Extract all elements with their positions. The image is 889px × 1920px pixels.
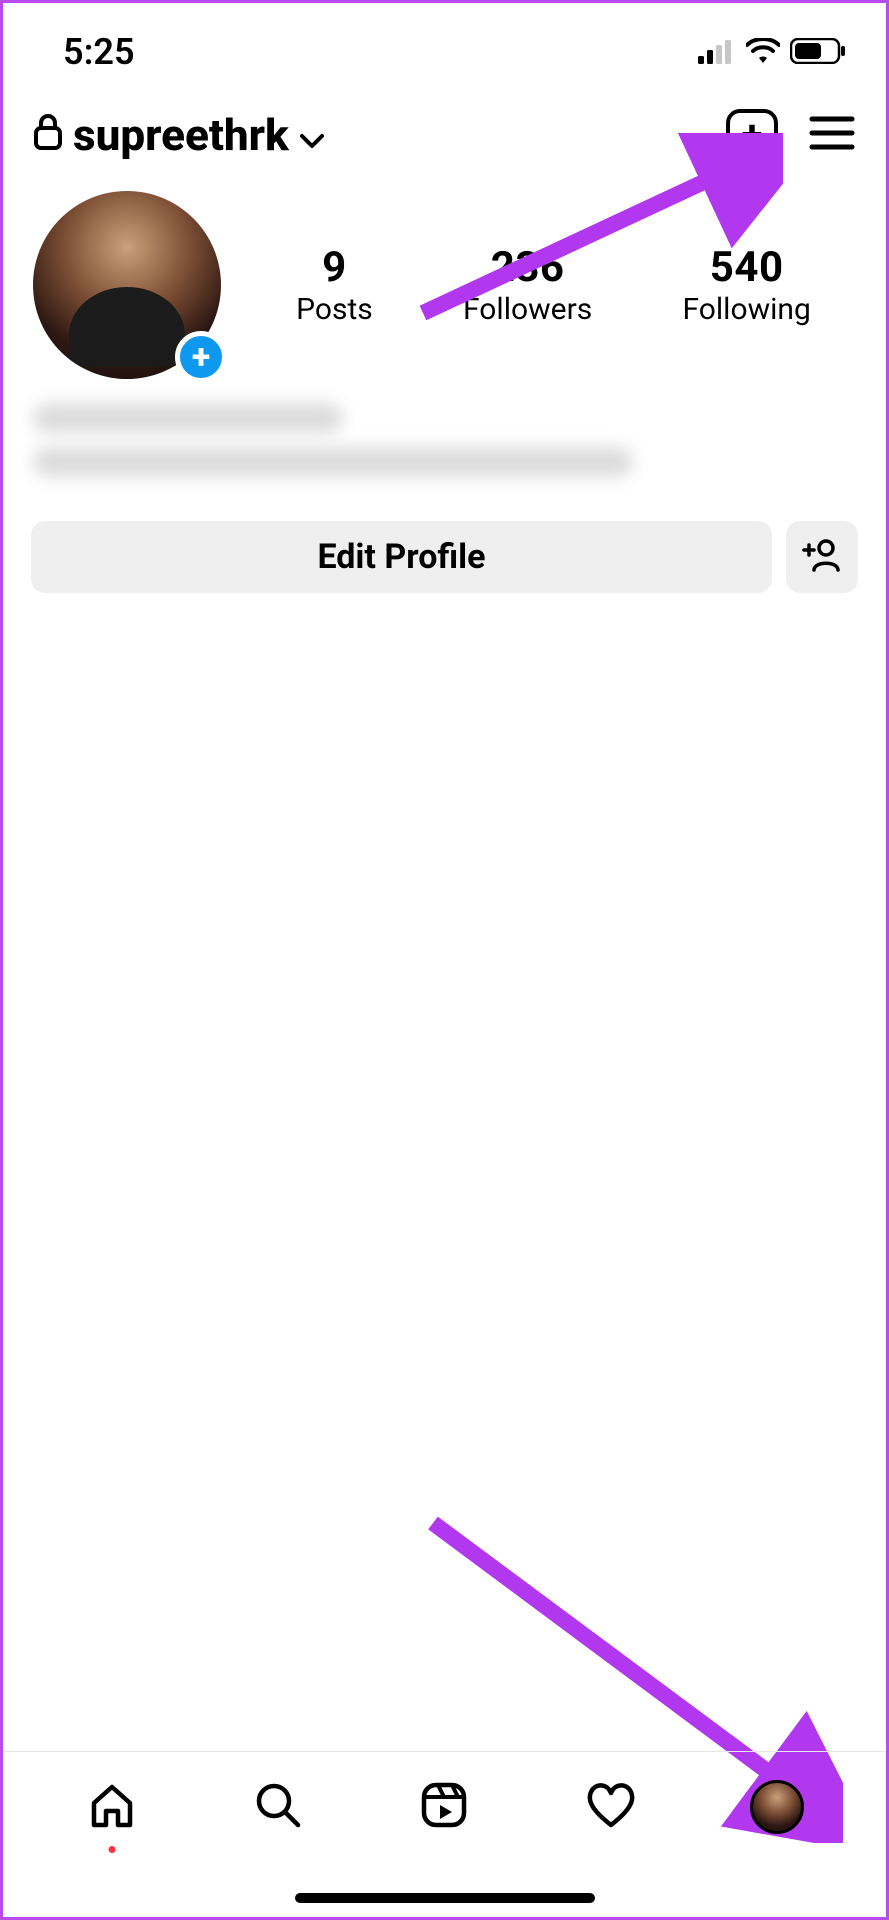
- status-right: [698, 31, 846, 73]
- hamburger-menu-button[interactable]: [808, 113, 856, 157]
- stat-following-label: Following: [682, 292, 810, 327]
- username-text: supreethrk: [73, 109, 289, 161]
- plus-icon: +: [742, 116, 763, 154]
- avatar-icon: [750, 1780, 804, 1834]
- discover-people-button[interactable]: [786, 521, 858, 593]
- nav-reels[interactable]: [412, 1775, 476, 1839]
- cellular-icon: [698, 31, 736, 73]
- nav-activity[interactable]: [579, 1775, 643, 1839]
- edit-profile-label: Edit Profile: [317, 537, 485, 577]
- stat-posts[interactable]: 9 Posts: [296, 243, 373, 327]
- bio-line-redacted: [33, 447, 633, 477]
- notification-dot: [109, 1846, 116, 1853]
- home-indicator[interactable]: [295, 1893, 595, 1903]
- status-bar: 5:25: [3, 3, 886, 83]
- stats: 9 Posts 236 Followers 540 Following: [251, 243, 856, 327]
- stat-followers-label: Followers: [463, 292, 592, 327]
- profile-header: supreethrk +: [3, 83, 886, 171]
- nav-profile[interactable]: [745, 1775, 809, 1839]
- nav-search[interactable]: [246, 1775, 310, 1839]
- bio-line-redacted: [33, 403, 343, 433]
- plus-icon: +: [192, 337, 210, 377]
- status-time: 5:25: [63, 31, 135, 73]
- header-actions: +: [726, 109, 856, 161]
- username-selector[interactable]: supreethrk: [33, 109, 325, 161]
- wifi-icon: [746, 31, 780, 73]
- stat-posts-count: 9: [296, 243, 373, 292]
- add-story-button[interactable]: +: [175, 331, 227, 383]
- reels-icon: [418, 1779, 470, 1835]
- stat-followers[interactable]: 236 Followers: [463, 243, 592, 327]
- nav-home[interactable]: [80, 1775, 144, 1839]
- stat-following[interactable]: 540 Following: [682, 243, 810, 327]
- profile-row: + 9 Posts 236 Followers 540 Following: [3, 171, 886, 379]
- avatar-wrap[interactable]: +: [33, 191, 221, 379]
- stat-followers-count: 236: [463, 243, 592, 292]
- battery-icon: [790, 31, 846, 73]
- stat-following-count: 540: [682, 243, 810, 292]
- home-icon: [86, 1779, 138, 1835]
- search-icon: [252, 1779, 304, 1835]
- lock-icon: [33, 109, 63, 161]
- heart-icon: [583, 1779, 639, 1835]
- bottom-nav: [3, 1751, 886, 1861]
- create-button[interactable]: +: [726, 109, 778, 161]
- bio-section: [3, 379, 886, 477]
- profile-actions-row: Edit Profile: [3, 491, 886, 593]
- stat-posts-label: Posts: [296, 292, 373, 327]
- chevron-down-icon: [299, 109, 325, 161]
- add-person-icon: [802, 538, 842, 576]
- edit-profile-button[interactable]: Edit Profile: [31, 521, 772, 593]
